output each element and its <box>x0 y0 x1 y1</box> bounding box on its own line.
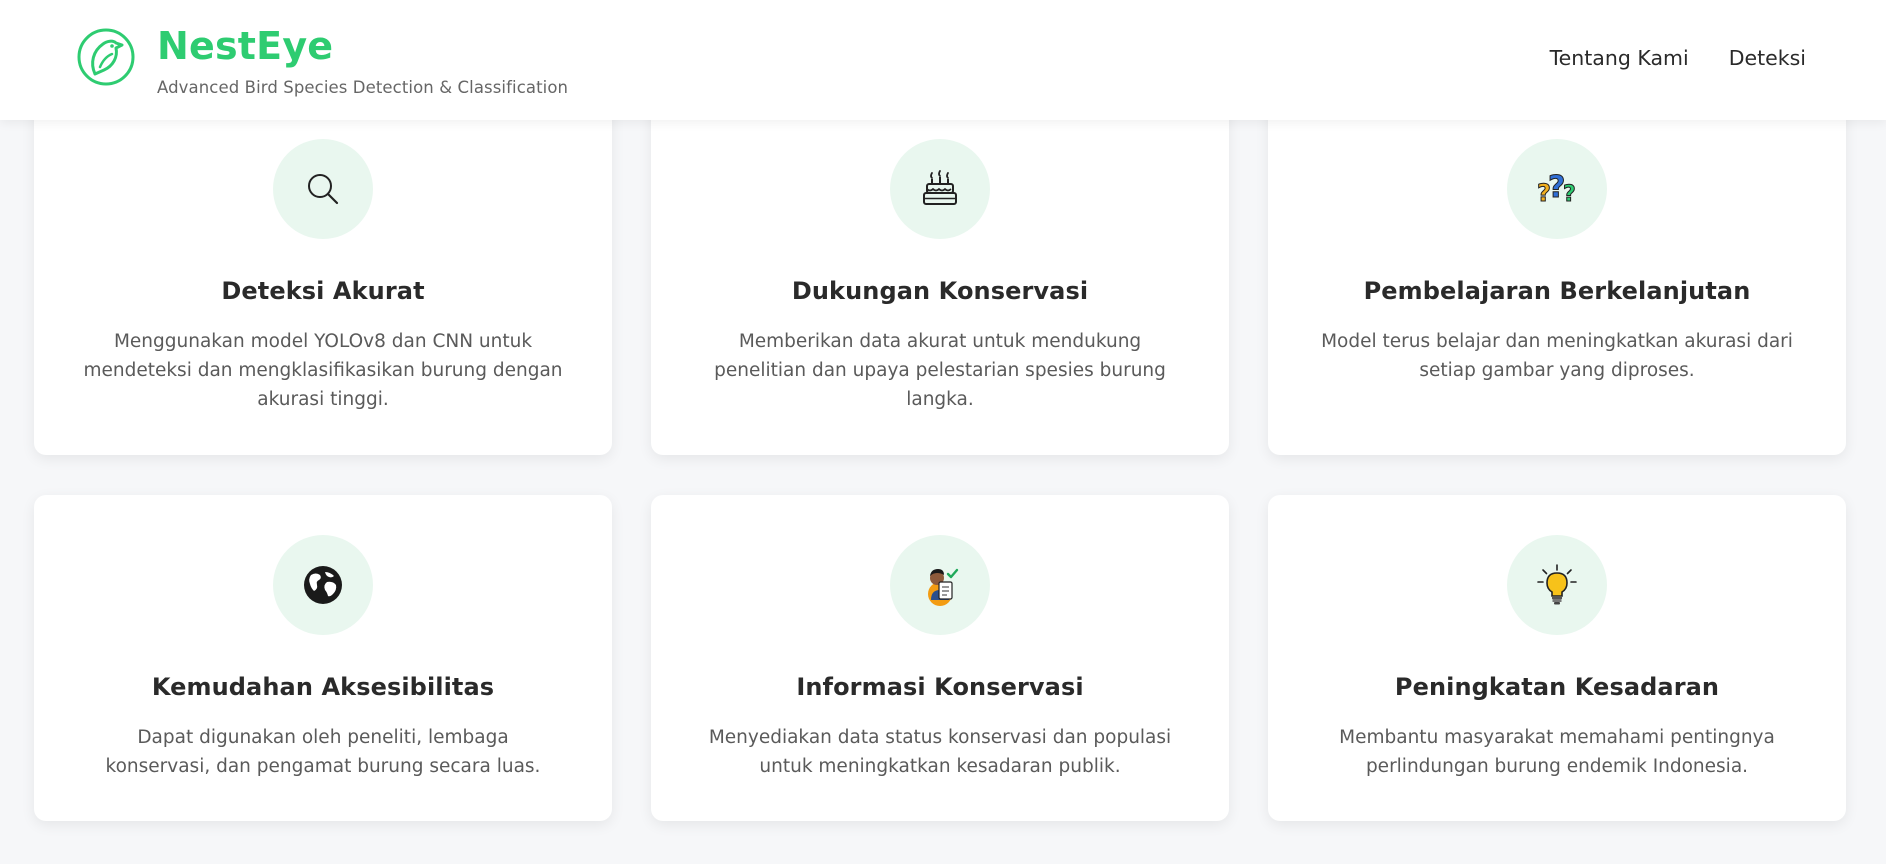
feature-icon-circle <box>1507 535 1607 635</box>
feature-description: Membantu masyarakat memahami pentingnya … <box>1339 727 1775 777</box>
feature-description: Menyediakan data status konservasi dan p… <box>708 727 1172 777</box>
feature-title: Kemudahan Aksesibilitas <box>151 673 495 701</box>
feature-card-dukungan-konservasi: Dukungan Konservasi Memberikan data akur… <box>651 80 1229 455</box>
feature-description: Model terus belajar dan meningkatkan aku… <box>1321 331 1793 381</box>
brand[interactable]: NestEye Advanced Bird Species Detection … <box>76 26 568 97</box>
feature-card-pembelajaran-berkelanjutan: ? ? ? Pembelajaran Berkelanjutan Model t… <box>1268 80 1846 455</box>
bird-logo-icon <box>77 28 135 86</box>
globe-icon <box>304 566 342 604</box>
feature-icon-circle <box>890 535 990 635</box>
feature-title: Pembelajaran Berkelanjutan <box>1363 277 1751 305</box>
feature-card-peningkatan-kesadaran: Peningkatan Kesadaran Membantu masyaraka… <box>1268 495 1846 821</box>
feature-card-informasi-konservasi: Informasi Konservasi Menyediakan data st… <box>651 495 1229 821</box>
feature-card-kemudahan-aksesibilitas: Kemudahan Aksesibilitas Dapat digunakan … <box>34 495 612 821</box>
nav-link-deteksi[interactable]: Deteksi <box>1729 46 1806 70</box>
feature-card-deteksi-akurat: Deteksi Akurat Menggunakan model YOLOv8 … <box>34 80 612 455</box>
feature-description: Memberikan data akurat untuk mendukung p… <box>714 331 1166 410</box>
feature-icon-circle <box>890 139 990 239</box>
feature-description: Menggunakan model YOLOv8 dan CNN untuk m… <box>83 331 563 410</box>
person-document-icon <box>928 568 959 606</box>
main-nav: Tentang Kami Deteksi <box>1550 46 1806 70</box>
feature-title: Peningkatan Kesadaran <box>1394 673 1720 701</box>
feature-icon-circle: ? ? ? <box>1507 139 1607 239</box>
search-icon <box>308 174 339 205</box>
feature-title: Dukungan Konservasi <box>791 277 1089 305</box>
brand-name: NestEye <box>157 24 334 68</box>
feature-icon-circle <box>273 535 373 635</box>
site-header: NestEye Advanced Bird Species Detection … <box>0 0 1886 120</box>
lightbulb-icon <box>1537 564 1577 605</box>
feature-description: Dapat digunakan oleh peneliti, lembaga k… <box>105 727 541 777</box>
feature-title: Informasi Konservasi <box>796 673 1084 701</box>
nav-link-tentang-kami[interactable]: Tentang Kami <box>1550 46 1689 70</box>
brand-text: NestEye Advanced Bird Species Detection … <box>157 26 568 97</box>
brand-tagline: Advanced Bird Species Detection & Classi… <box>157 78 569 97</box>
feature-icon-circle <box>273 139 373 239</box>
feature-title: Deteksi Akurat <box>221 277 425 305</box>
question-marks-icon: ? ? ? <box>1537 170 1577 208</box>
cake-icon <box>923 170 957 205</box>
features-grid: Deteksi Akurat Menggunakan model YOLOv8 … <box>34 80 1846 821</box>
svg-text:?: ? <box>1563 182 1576 207</box>
